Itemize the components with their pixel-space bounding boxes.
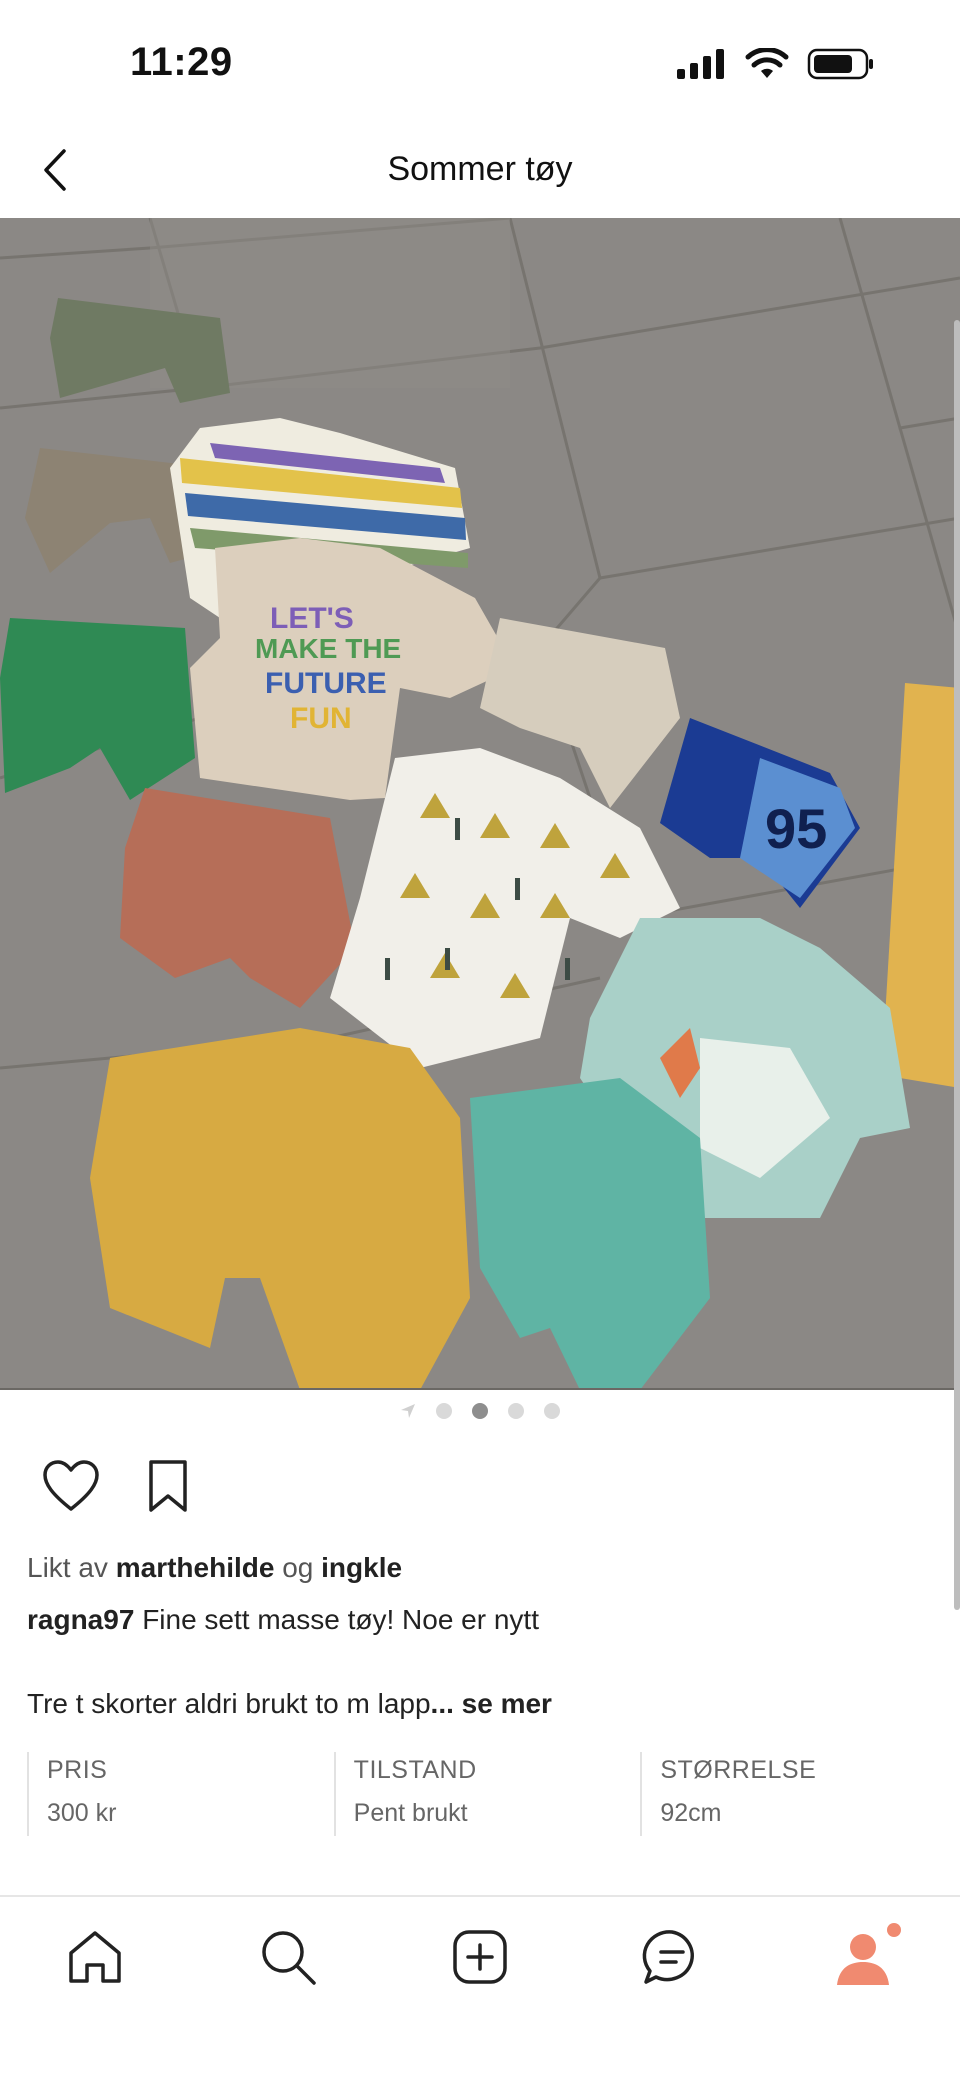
item-details: PRIS 300 kr TILSTAND Pent brukt STØRRELS… — [27, 1752, 947, 1836]
status-icons — [677, 48, 875, 80]
print-text-3: FUTURE — [265, 667, 387, 700]
notification-dot — [887, 1923, 901, 1937]
carousel-dot[interactable] — [508, 1403, 524, 1419]
tab-profile[interactable] — [825, 1917, 905, 1997]
like-button[interactable] — [40, 1455, 102, 1517]
carousel-dot[interactable] — [436, 1403, 452, 1419]
nav-header: Sommer tøy — [0, 120, 960, 220]
home-icon — [69, 1931, 121, 1983]
detail-value: 300 kr — [47, 1799, 117, 1827]
detail-price: PRIS 300 kr — [27, 1752, 334, 1836]
bookmark-icon — [149, 1460, 187, 1512]
carousel-indicator — [0, 1398, 960, 1424]
detail-label: TILSTAND — [353, 1756, 477, 1784]
likes-prefix: Likt av — [27, 1552, 108, 1583]
detail-value: 92cm — [660, 1799, 722, 1827]
tab-search[interactable] — [248, 1917, 328, 1997]
caption-line2: Tre t skorter aldri brukt to m lapp — [27, 1688, 431, 1719]
print-text-1: LET'S — [270, 602, 354, 635]
print-text-4: FUN — [290, 702, 352, 735]
likes-line: Likt av marthehilde og ingkle — [27, 1552, 402, 1584]
liker-username[interactable]: ingkle — [321, 1552, 402, 1583]
detail-condition: TILSTAND Pent brukt — [333, 1752, 641, 1836]
add-post-icon — [453, 1930, 507, 1984]
profile-icon — [837, 1934, 889, 1985]
carousel-dot[interactable] — [544, 1403, 560, 1419]
post-actions — [40, 1455, 199, 1517]
caption: ragna97 Fine sett masse tøy! Noe er nytt — [27, 1604, 539, 1636]
wifi-icon — [745, 48, 789, 78]
product-photo[interactable]: LET'S MAKE THE FUTURE FUN 95 — [0, 218, 960, 1390]
location-arrow-icon — [401, 1404, 415, 1418]
save-button[interactable] — [137, 1455, 199, 1517]
chat-icon — [642, 1930, 694, 1984]
page-title: Sommer tøy — [387, 150, 573, 188]
caption-more: Tre t skorter aldri brukt to m lapp... s… — [27, 1688, 552, 1720]
tab-messages[interactable] — [632, 1917, 712, 1997]
cellular-signal-icon — [677, 49, 724, 79]
search-icon — [262, 1931, 316, 1985]
battery-icon — [807, 48, 873, 80]
carousel-dot-active[interactable] — [472, 1403, 488, 1419]
print-text-2: MAKE THE — [255, 633, 401, 664]
liker-username[interactable]: marthehilde — [116, 1552, 275, 1583]
detail-value: Pent brukt — [353, 1799, 468, 1827]
detail-size: STØRRELSE 92cm — [640, 1752, 947, 1836]
caption-text: Fine sett masse tøy! Noe er nytt — [142, 1604, 539, 1635]
tab-create[interactable] — [440, 1917, 520, 1997]
status-time: 11:29 — [130, 40, 233, 84]
tab-bar — [0, 1895, 960, 2081]
heart-icon — [43, 1460, 99, 1511]
see-more-link[interactable]: ... se mer — [431, 1688, 552, 1719]
likes-conjunction: og — [282, 1552, 314, 1583]
shorts-number: 95 — [765, 797, 827, 860]
caption-username[interactable]: ragna97 — [27, 1604, 134, 1635]
tab-home[interactable] — [55, 1917, 135, 1997]
status-bar: 11:29 — [0, 0, 960, 120]
detail-label: PRIS — [47, 1756, 108, 1784]
detail-label: STØRRELSE — [660, 1756, 817, 1784]
